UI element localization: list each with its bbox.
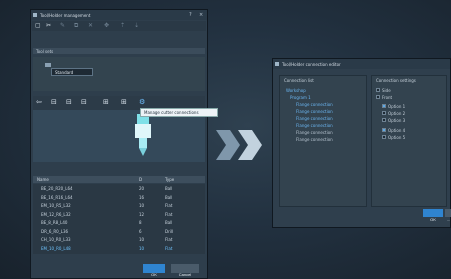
holder-icon-2[interactable]: ⊞: [121, 98, 127, 107]
ok-button[interactable]: OK: [143, 264, 165, 277]
cell-d: 8: [139, 220, 142, 225]
option-label: Front: [382, 94, 393, 100]
option-label: Option 4: [388, 127, 406, 133]
cell-type: Flat: [165, 211, 173, 217]
cell-type: Drill: [165, 228, 174, 234]
tool-set-tree: Standard: [33, 57, 205, 91]
holder-icon-1[interactable]: ⊞: [103, 98, 109, 107]
connection-tree-item[interactable]: Workshop: [286, 88, 306, 93]
cell-name: BE_20_R20_L64: [41, 186, 73, 191]
cell-name: BE_8_R8_L40: [41, 220, 68, 225]
tool-table: BE_20_R20_L64 20 Ball BE_16_R16_L64 16 Ball EM…: [33, 184, 205, 254]
option-label: Option 3: [388, 117, 406, 123]
cell-name: BE_16_R16_L64: [41, 194, 73, 200]
cell-name: EM_12_R6_L32: [41, 211, 71, 217]
cell-d: 16: [139, 194, 145, 200]
cutter-holder-graphic: [135, 114, 151, 156]
option-checkbox[interactable]: [382, 118, 386, 122]
connection-list-title: Connection list: [284, 78, 314, 83]
option-checkbox[interactable]: [376, 88, 380, 92]
cut-icon[interactable]: ✂: [46, 22, 51, 30]
connection-tree-item[interactable]: Flange connection: [296, 109, 333, 114]
tool-icon-2[interactable]: ⊟: [66, 98, 72, 107]
option-checkbox[interactable]: [382, 128, 386, 132]
connection-tree-item[interactable]: Flange connection: [296, 137, 333, 142]
new-document-icon[interactable]: ▢: [35, 22, 41, 30]
help-icon[interactable]: ?: [189, 12, 192, 18]
cell-type: Flat: [165, 203, 173, 208]
option-checkbox[interactable]: [382, 104, 386, 108]
column-diameter[interactable]: D: [139, 177, 142, 182]
cell-name: EM_10_R5_L32: [41, 203, 71, 208]
option-checkbox[interactable]: [376, 95, 380, 99]
option-label: Option 1: [388, 103, 406, 109]
right-cancel-button[interactable]: …: [445, 209, 451, 222]
connection-tree-item[interactable]: Program 1: [290, 95, 311, 100]
app-icon: [33, 13, 37, 17]
connection-settings-panel: Connection settings Side Front Option 1 Opt…: [371, 75, 447, 207]
tool-icon-1[interactable]: ⊟: [51, 98, 57, 107]
option-label: Side: [382, 87, 391, 93]
copy-icon[interactable]: ⧉: [74, 22, 78, 30]
connection-tree-item[interactable]: Flange connection: [296, 116, 333, 121]
connection-list-panel: Connection list Workshop Program 1 Flange …: [279, 75, 367, 207]
connection-settings-title: Connection settings: [376, 78, 416, 83]
cell-type: Ball: [165, 186, 173, 191]
tool-sets-header: Tool sets: [33, 48, 205, 54]
option-label: Option 2: [388, 110, 406, 116]
connection-tree-item[interactable]: Flange connection: [296, 102, 333, 107]
right-dialog-title: Tool/Holder connection editor: [282, 62, 341, 67]
column-name[interactable]: Name: [37, 177, 49, 182]
close-icon[interactable]: ×: [199, 12, 203, 18]
option-label: Option 5: [388, 134, 406, 140]
title-bar: Tool/Holder management ? ×: [31, 10, 207, 20]
column-type[interactable]: Type: [165, 177, 174, 182]
tooltip: Manage cutter connections: [140, 108, 218, 117]
cancel-button[interactable]: Cancel: [171, 264, 199, 277]
cell-name: DR_6_R0_L36: [41, 228, 69, 234]
cell-d: 6: [139, 228, 142, 234]
connection-tree-item[interactable]: Flange connection: [296, 130, 333, 135]
cell-type: Flat: [165, 245, 173, 251]
right-ok-button[interactable]: OK: [423, 209, 443, 222]
tool-table-header: Name D Type: [33, 176, 205, 183]
tool-icon-3[interactable]: ⊟: [81, 98, 87, 107]
cell-type: Ball: [165, 220, 173, 225]
move-icon[interactable]: ✥: [104, 22, 109, 30]
transition-arrows: [216, 130, 262, 160]
cell-d: 10: [139, 245, 145, 251]
up-icon[interactable]: ⇡: [120, 22, 125, 30]
back-icon[interactable]: ⇦: [36, 98, 42, 107]
cell-name: CH_10_R0_L33: [41, 237, 71, 242]
cell-type: Ball: [165, 194, 173, 200]
tree-node-tool-sets[interactable]: [45, 63, 51, 67]
cell-name: EM_10_R0_L48: [41, 245, 71, 251]
cell-type: Flat: [165, 237, 173, 242]
edit-icon[interactable]: ✎: [60, 22, 65, 30]
cell-d: 12: [139, 211, 145, 217]
down-icon[interactable]: ⇣: [134, 22, 139, 30]
dialog-title: Tool/Holder management: [40, 13, 91, 18]
cell-d: 10: [139, 237, 145, 242]
connection-tree-item[interactable]: Flange connection: [296, 123, 333, 128]
delete-icon[interactable]: ✕: [88, 22, 93, 30]
cell-d: 10: [139, 203, 145, 208]
tool-holder-management-dialog: Tool/Holder management ? × ▢ ✂ ✎ ⧉ ✕ ✥ ⇡…: [30, 9, 208, 279]
tree-node-standard[interactable]: Standard: [51, 68, 93, 76]
main-toolbar: ▢ ✂ ✎ ⧉ ✕ ✥ ⇡ ⇣: [32, 21, 206, 31]
right-app-icon: [275, 62, 279, 66]
manage-cutter-connections-icon[interactable]: ⚙: [139, 98, 145, 107]
option-checkbox[interactable]: [382, 111, 386, 115]
option-checkbox[interactable]: [382, 135, 386, 139]
table-row[interactable]: EM_10_R0_L48 10 Flat: [33, 244, 205, 253]
right-title-bar: Tool/Holder connection editor: [273, 59, 450, 69]
cell-d: 20: [139, 186, 145, 191]
connection-editor-dialog: Tool/Holder connection editor Connection…: [272, 58, 451, 228]
